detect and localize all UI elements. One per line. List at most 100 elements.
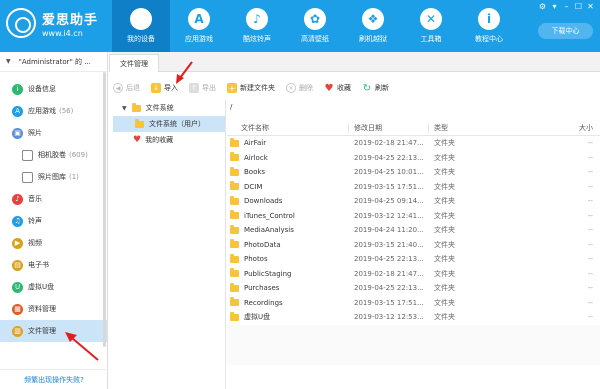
sidebar-item-0[interactable]: i 设备信息 — [0, 78, 107, 100]
folder-icon — [230, 137, 239, 147]
column-header-type[interactable]: 类型 — [429, 123, 579, 133]
help-link[interactable]: 频繁出现操作失败? — [0, 369, 108, 389]
tools-icon: ✕ — [420, 8, 442, 30]
file-row[interactable]: MediaAnalysis 2019-04-24 11:20... 文件夹 -- — [227, 223, 600, 238]
path-bar[interactable]: / — [227, 103, 600, 117]
sidebar-item-7[interactable]: ▶ 视频 — [0, 232, 107, 254]
sidebar-item-label: 电子书 — [28, 261, 49, 269]
sidebar-item-10[interactable]: ▦ 资料管理 — [0, 298, 107, 320]
expand-triangle-icon[interactable]: ▼ — [122, 105, 127, 112]
file-size: -- — [587, 240, 593, 249]
column-header-date[interactable]: 修改日期 — [349, 122, 429, 133]
sidebar-scrollbar[interactable] — [103, 72, 106, 347]
tree-item-file-system-user[interactable]: 文件系统（用户） — [113, 116, 225, 132]
tab-file-manager[interactable]: 文件管理 — [109, 54, 159, 72]
file-date: 2019-04-24 11:20... — [354, 226, 424, 235]
file-row[interactable]: Purchases 2019-04-25 22:13... 文件夹 -- — [227, 281, 600, 296]
refresh-label: 刷新 — [375, 84, 389, 92]
sidebar-item-8[interactable]: ▤ 电子书 — [0, 254, 107, 276]
file-row[interactable]: PhotoData 2019-03-15 21:40... 文件夹 -- — [227, 238, 600, 253]
menu-icon[interactable]: ▾ — [549, 2, 560, 12]
file-row[interactable]: iTunes_Control 2019-03-12 12:41... 文件夹 -- — [227, 209, 600, 224]
column-header-name[interactable]: 文件名称 — [227, 122, 349, 133]
sidebar-item-9[interactable]: U 虚拟U盘 — [0, 276, 107, 298]
file-name: Photos — [244, 255, 268, 264]
sidebar-item-4[interactable]: 照片图库 (1) — [0, 166, 107, 188]
file-type: 文件夹 — [434, 139, 455, 148]
file-size: -- — [587, 168, 593, 177]
file-row[interactable]: PublicStaging 2019-02-18 21:47... 文件夹 -- — [227, 267, 600, 282]
file-date: 2019-03-15 21:40... — [354, 240, 424, 249]
tree-item-favorites[interactable]: ♥ 我的收藏 — [113, 132, 225, 148]
music-icon: ♪ — [12, 193, 23, 205]
sidebar-item-count: (609) — [69, 151, 88, 159]
file-type: 文件夹 — [434, 284, 455, 293]
file-list: 文件名称 修改日期 类型 大小 AirFair 2019-02-18 21:47.… — [227, 120, 600, 389]
sidebar-item-label: 视频 — [28, 239, 42, 247]
nav-item-3[interactable]: ✿ 高清壁纸 — [286, 0, 344, 52]
tree-item-file-system[interactable]: ▼ 文件系统 — [113, 100, 225, 116]
nav-label: 我的设备 — [127, 35, 155, 43]
logo-name: 爱思助手 — [42, 12, 99, 28]
delete-button[interactable]: ✕ 删除 — [286, 83, 313, 93]
box-icon: ❖ — [362, 8, 384, 30]
file-name: PublicStaging — [244, 269, 292, 278]
folder-icon — [230, 268, 239, 278]
folder-icon — [230, 253, 239, 263]
tree-item-label: 文件系统（用户） — [149, 120, 205, 128]
file-name: PhotoData — [244, 240, 281, 249]
column-header-size[interactable]: 大小 — [579, 123, 599, 133]
file-name: Purchases — [244, 284, 280, 293]
usb-icon: U — [12, 281, 23, 293]
sidebar-item-1[interactable]: A 应用游戏 (56) — [0, 100, 107, 122]
new-folder-button[interactable]: + 新建文件夹 — [227, 83, 275, 93]
collapse-triangle-icon[interactable]: ▼ — [6, 58, 11, 65]
sidebar-item-label: 文件管理 — [28, 327, 56, 335]
sidebar-item-3[interactable]: 相机胶卷 (609) — [0, 144, 107, 166]
refresh-button[interactable]: ↻ 刷新 — [362, 83, 389, 94]
file-row[interactable]: Photos 2019-04-25 22:13... 文件夹 -- — [227, 252, 600, 267]
minimize-icon[interactable]: – — [561, 2, 572, 12]
back-button[interactable]: ◀ 后退 — [113, 83, 140, 93]
nav-item-6[interactable]: i 教程中心 — [460, 0, 518, 52]
folder-icon — [131, 102, 141, 112]
file-name: MediaAnalysis — [244, 226, 294, 235]
file-row[interactable]: Downloads 2019-04-25 09:14... 文件夹 -- — [227, 194, 600, 209]
file-row[interactable]: AirFair 2019-02-18 21:47... 文件夹 -- — [227, 136, 600, 151]
file-size: -- — [587, 182, 593, 191]
back-icon: ◀ — [113, 83, 123, 93]
nav-item-0[interactable]: 我的设备 — [112, 0, 170, 52]
settings-icon[interactable]: ⚙ — [537, 2, 548, 12]
device-selector[interactable]: ▼ "Administrator" 的 ... — [0, 52, 107, 72]
camera-roll-icon — [22, 149, 33, 161]
new-folder-label: 新建文件夹 — [240, 84, 275, 92]
nav-item-1[interactable]: A 应用游戏 — [170, 0, 228, 52]
file-row[interactable]: Books 2019-04-25 10:01... 文件夹 -- — [227, 165, 600, 180]
close-icon[interactable]: ✕ — [585, 2, 596, 12]
nav-item-2[interactable]: ♪ 酷炫铃声 — [228, 0, 286, 52]
nav-item-5[interactable]: ✕ 工具箱 — [402, 0, 460, 52]
file-row[interactable]: Recordings 2019-03-15 17:51... 文件夹 -- — [227, 296, 600, 311]
sidebar-item-6[interactable]: ♫ 铃声 — [0, 210, 107, 232]
folder-icon — [230, 224, 239, 234]
sidebar-item-2[interactable]: ▣ 照片 — [0, 122, 107, 144]
delete-label: 删除 — [299, 84, 313, 92]
annotation-arrow-import — [176, 61, 193, 84]
file-name: 虚拟U盘 — [244, 313, 271, 322]
maximize-icon[interactable]: ☐ — [573, 2, 584, 12]
nav-item-4[interactable]: ❖ 刷机越狱 — [344, 0, 402, 52]
sidebar-item-5[interactable]: ♪ 音乐 — [0, 188, 107, 210]
file-type: 文件夹 — [434, 240, 455, 249]
download-center-button[interactable]: 下载中心 — [538, 23, 593, 39]
file-name: DCIM — [244, 182, 263, 191]
file-row[interactable]: Airlock 2019-04-25 22:13... 文件夹 -- — [227, 151, 600, 166]
file-date: 2019-04-25 22:13... — [354, 284, 424, 293]
logo-icon — [6, 8, 36, 38]
file-type: 文件夹 — [434, 269, 455, 278]
window-controls: ⚙ ▾ – ☐ ✕ — [536, 2, 596, 12]
file-row[interactable]: 虚拟U盘 2019-03-12 12:53... 文件夹 -- — [227, 310, 600, 325]
info-icon: i — [478, 8, 500, 30]
file-row[interactable]: DCIM 2019-03-15 17:51... 文件夹 -- — [227, 180, 600, 195]
favorite-button[interactable]: ♥ 收藏 — [324, 83, 351, 94]
folder-icon — [135, 118, 144, 128]
